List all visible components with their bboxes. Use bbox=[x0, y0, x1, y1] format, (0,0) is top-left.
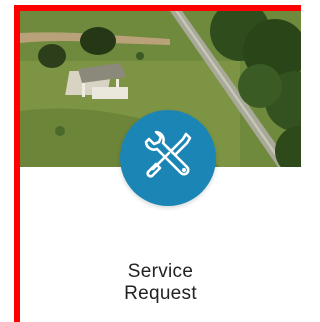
wrench-and-screwdriver-icon bbox=[136, 124, 200, 193]
card-title-line1: Service bbox=[127, 261, 194, 282]
service-icon-badge bbox=[120, 110, 216, 206]
service-request-card[interactable]: Service Request bbox=[14, 5, 301, 322]
card-title-line2: Request bbox=[124, 283, 197, 304]
card-title[interactable]: Service Request bbox=[20, 261, 301, 305]
